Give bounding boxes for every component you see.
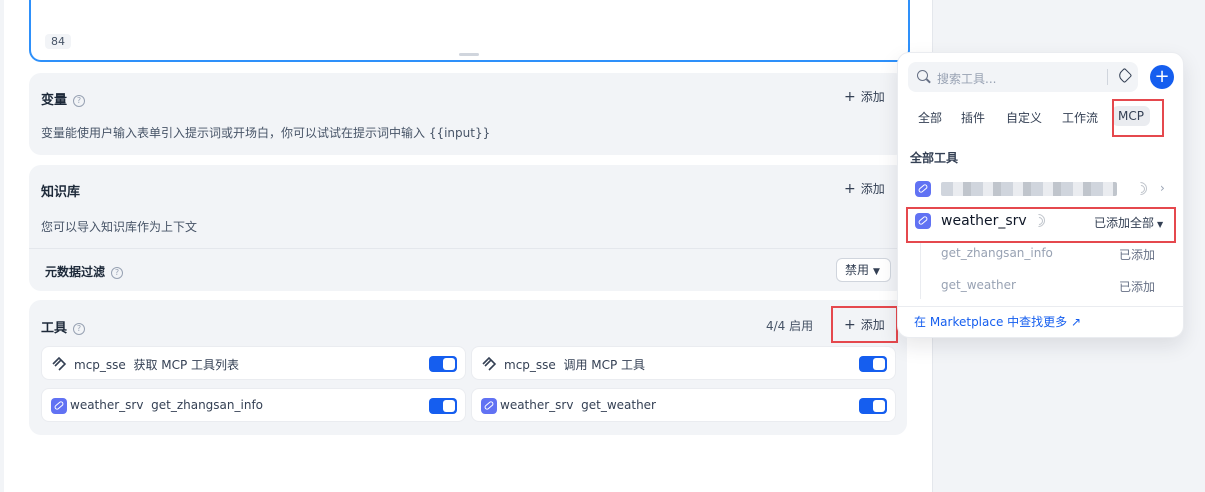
highlight-add-tool [831, 306, 898, 343]
tree-line [920, 241, 921, 299]
tool-search-input[interactable]: 搜索工具... [908, 62, 1138, 92]
resize-handle[interactable] [459, 53, 479, 56]
chevron-down-icon: ▼ [873, 267, 880, 277]
tool-toggle[interactable] [859, 398, 887, 414]
help-icon[interactable]: ? [73, 95, 86, 107]
knowledge-card: 知识库 + 添加 您可以导入知识库作为上下文 元数据过滤? [29, 165, 907, 291]
tool-toggle[interactable] [859, 356, 887, 372]
tool-toggle[interactable] [429, 398, 457, 414]
tool-name: weather_srv get_weather [500, 398, 656, 412]
tool-name: mcp_sse 调用 MCP 工具 [504, 358, 646, 372]
variables-title: 变量? [41, 89, 86, 108]
divider [1107, 69, 1108, 85]
plus-icon: + [844, 89, 856, 105]
help-icon[interactable]: ? [73, 323, 86, 335]
link-icon [481, 398, 497, 414]
subtool-status: 已添加 [1119, 280, 1156, 294]
left-edge [0, 0, 4, 492]
char-count: 84 [45, 34, 71, 49]
add-variable-button[interactable]: + 添加 [844, 88, 885, 105]
tool-item[interactable]: mcp_sse 调用 MCP 工具 [471, 346, 896, 380]
mcp-icon [52, 356, 67, 371]
section-title: 全部工具 [910, 151, 959, 165]
blurred-tool-name[interactable] [941, 182, 1117, 196]
tool-item[interactable]: mcp_sse 获取 MCP 工具列表 [41, 346, 466, 380]
plus-icon: + [844, 181, 856, 197]
variables-description: 变量能使用户输入表单引入提示词或开场白，你可以试试在提示词中输入 {{input… [41, 126, 491, 140]
mcp-icon [482, 356, 497, 371]
tab-custom[interactable]: 自定义 [1006, 109, 1042, 126]
tool-name: weather_srv get_zhangsan_info [70, 398, 264, 412]
subtool-status: 已添加 [1119, 248, 1156, 262]
tools-title: 工具? [41, 317, 86, 336]
tool-item[interactable]: weather_srv get_weather [471, 388, 896, 422]
subtool-name[interactable]: get_weather [941, 278, 1016, 292]
tab-all[interactable]: 全部 [918, 109, 942, 126]
knowledge-description: 您可以导入知识库作为上下文 [41, 220, 198, 234]
tab-workflow[interactable]: 工作流 [1062, 109, 1098, 126]
variables-card: 变量? + 添加 变量能使用户输入表单引入提示词或开场白，你可以试试在提示词中输入… [29, 73, 907, 155]
search-icon [917, 70, 928, 81]
tool-name: mcp_sse 获取 MCP 工具列表 [74, 358, 240, 372]
knowledge-title: 知识库 [41, 185, 81, 200]
create-tool-button[interactable]: + [1150, 65, 1174, 89]
tool-picker-popover: 搜索工具... + 全部 插件 自定义 工作流 MCP 全部工具 › weath… [897, 52, 1184, 338]
divider [29, 248, 907, 249]
tool-item[interactable]: weather_srv get_zhangsan_info [41, 388, 466, 422]
add-knowledge-button[interactable]: + 添加 [844, 180, 885, 197]
metadata-filter-label: 元数据过滤? [45, 263, 124, 280]
tab-plugins[interactable]: 插件 [961, 109, 985, 126]
prompt-editor[interactable]: 84 [29, 0, 910, 62]
metadata-filter-select[interactable]: 禁用 ▼ [836, 258, 891, 282]
tools-enabled-count: 4/4 启用 [766, 319, 814, 333]
search-placeholder: 搜索工具... [937, 72, 997, 86]
highlight-mcp-tab [1112, 99, 1164, 137]
help-icon[interactable]: ? [111, 267, 124, 279]
link-icon [915, 181, 931, 197]
divider [898, 306, 1183, 307]
signal-icon [1134, 182, 1148, 196]
tool-toggle[interactable] [429, 356, 457, 372]
tag-icon[interactable] [1116, 67, 1133, 84]
chevron-right-icon[interactable]: › [1160, 181, 1165, 195]
link-icon [51, 398, 67, 414]
marketplace-link[interactable]: 在 Marketplace 中查找更多 ↗ [914, 313, 1081, 330]
subtool-name[interactable]: get_zhangsan_info [941, 246, 1053, 260]
highlight-server-row [906, 207, 1176, 243]
